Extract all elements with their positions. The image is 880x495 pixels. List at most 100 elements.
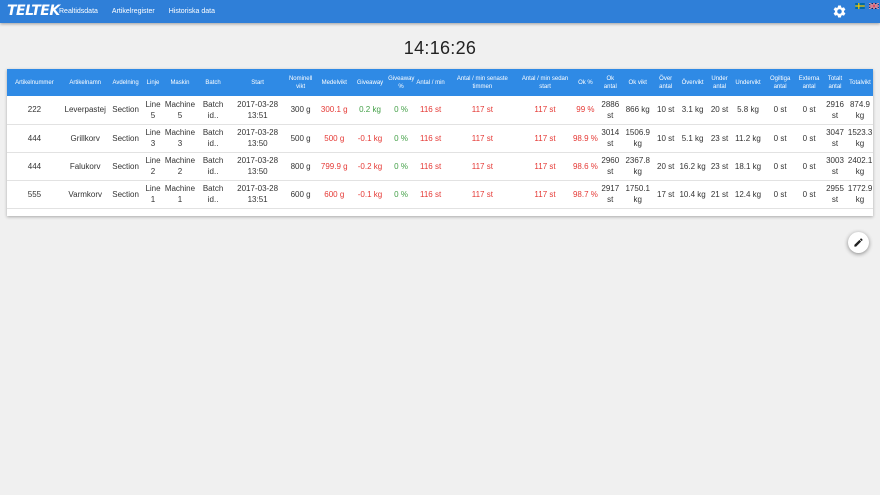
cell-antal-min-start: 117 st: [534, 189, 556, 199]
cell-undervikt: 11.2 kg: [735, 133, 761, 143]
realtime-table: Artikelnummer Artikelnamn Avdelning Linj…: [7, 69, 873, 209]
col-under-antal[interactable]: Under antal: [708, 69, 731, 96]
cell-medelvikt: 799.9 g: [320, 161, 348, 171]
gear-icon[interactable]: [832, 4, 847, 19]
cell-medelvikt: 500 g: [324, 133, 345, 143]
nav-realtidsdata[interactable]: Realtidsdata: [59, 0, 98, 23]
cell-giveaway-pct: 0 %: [394, 105, 408, 115]
col-ok-vikt[interactable]: Ok vikt: [621, 69, 654, 96]
cell-under-antal: 23 st: [710, 133, 729, 143]
cell-totalvikt: 2402.1 kg: [847, 156, 873, 176]
col-undervikt[interactable]: Undervikt: [731, 69, 765, 96]
cell-antal-min-timmen: 117 st: [471, 189, 493, 199]
cell-nominell-vikt: 800 g: [290, 161, 311, 171]
cell-externa: 0 st: [802, 189, 816, 199]
col-totalt-antal[interactable]: Totalt antal: [823, 69, 847, 96]
cell-giveaway: -0.1 kg: [357, 189, 383, 199]
cell-externa: 0 st: [802, 133, 816, 143]
edit-button[interactable]: [848, 232, 869, 253]
cell-artikelnummer: 444: [27, 133, 42, 143]
cell-under-antal: 20 st: [710, 105, 729, 115]
cell-over-antal: 10 st: [657, 105, 675, 115]
col-antal-min[interactable]: Antal / min: [415, 69, 446, 96]
table-row[interactable]: 555 Varmkorv Section Line 1 Machine 1 Ba…: [7, 180, 873, 208]
flag-gb-icon[interactable]: [869, 3, 879, 9]
cell-linje: Line 5: [145, 99, 161, 120]
col-over-antal[interactable]: Över antal: [654, 69, 677, 96]
cell-ok-pct: 98.9 %: [572, 133, 598, 143]
cell-avdelning: Section: [112, 161, 139, 171]
cell-antal-min: 116 st: [419, 105, 442, 115]
col-artikelnummer[interactable]: Artikelnummer: [7, 69, 62, 96]
teltek-logo[interactable]: TELTEK: [7, 3, 60, 20]
cell-giveaway-pct: 0 %: [394, 189, 408, 199]
cell-ok-vikt: 1506.9 kg: [625, 128, 650, 148]
flag-se-icon[interactable]: [855, 3, 865, 9]
col-avdelning[interactable]: Avdelning: [109, 69, 143, 96]
cell-linje: Line 1: [145, 184, 161, 204]
table-row[interactable]: 222 Leverpastej Section Line 5 Machine 5…: [7, 96, 873, 124]
cell-start: 2017-03-28 13:51: [237, 99, 279, 120]
cell-artikelnamn: Falukorv: [69, 161, 101, 171]
cell-artikelnamn: Grillkorv: [70, 133, 100, 143]
cell-giveaway: 0.2 kg: [359, 105, 381, 115]
cell-avdelning: Section: [112, 189, 139, 199]
cell-giveaway: -0.2 kg: [357, 161, 383, 171]
cell-ok-antal: 2960 st: [601, 156, 620, 176]
cell-over-antal: 10 st: [657, 133, 675, 143]
col-batch[interactable]: Batch: [197, 69, 230, 96]
cell-overvikt: 3.1 kg: [681, 105, 704, 115]
cell-batch: Batch id..: [202, 128, 224, 148]
col-ogiltiga-antal[interactable]: Ogiltiga antal: [765, 69, 795, 96]
cell-linje: Line 3: [145, 128, 161, 148]
cell-totalt-antal: 2955 st: [826, 184, 844, 204]
col-overvikt[interactable]: Övervikt: [677, 69, 708, 96]
cell-totalt-antal: 3003 st: [826, 156, 844, 176]
realtime-data-card: Artikelnummer Artikelnamn Avdelning Linj…: [7, 69, 873, 216]
cell-linje: Line 2: [145, 156, 161, 176]
table-row[interactable]: 444 Falukorv Section Line 2 Machine 2 Ba…: [7, 152, 873, 180]
col-externa-antal[interactable]: Externa antal: [795, 69, 823, 96]
nav-historiska-data[interactable]: Historiska data: [169, 0, 215, 23]
cell-batch: Batch id..: [202, 99, 224, 120]
col-giveaway[interactable]: Giveaway: [353, 69, 387, 96]
cell-ogiltiga: 0 st: [773, 189, 787, 199]
cell-batch: Batch id..: [202, 184, 224, 204]
cell-avdelning: Section: [112, 133, 139, 143]
cell-antal-min: 116 st: [419, 189, 442, 199]
table-row[interactable]: 444 Grillkorv Section Line 3 Machine 3 B…: [7, 124, 873, 152]
col-giveaway-pct[interactable]: Giveaway %: [387, 69, 415, 96]
cell-maskin: Machine 2: [164, 156, 196, 176]
col-nominell-vikt[interactable]: Nominell vikt: [286, 69, 316, 96]
cell-ok-vikt: 866 kg: [625, 105, 650, 115]
cell-start: 2017-03-28 13:51: [237, 184, 279, 204]
col-artikelnamn[interactable]: Artikelnamn: [62, 69, 109, 96]
nav-artikelregister[interactable]: Artikelregister: [112, 0, 155, 23]
cell-start: 2017-03-28 13:50: [237, 128, 279, 148]
cell-ok-antal: 2917 st: [601, 184, 620, 204]
cell-undervikt: 18.1 kg: [734, 161, 762, 171]
col-maskin[interactable]: Maskin: [163, 69, 196, 96]
col-linje[interactable]: Linje: [143, 69, 164, 96]
col-antal-min-start[interactable]: Antal / min sedan start: [519, 69, 572, 96]
cell-ogiltiga: 0 st: [773, 133, 787, 143]
cell-antal-min-timmen: 117 st: [471, 161, 493, 171]
cell-nominell-vikt: 300 g: [290, 105, 311, 115]
col-antal-min-timmen[interactable]: Antal / min senaste timmen: [446, 69, 519, 96]
cell-avdelning: Section: [112, 105, 139, 115]
cell-start: 2017-03-28 13:50: [237, 156, 279, 176]
live-clock: 14:16:26: [403, 38, 477, 58]
cell-undervikt: 12.4 kg: [734, 189, 762, 199]
cell-externa: 0 st: [802, 161, 816, 171]
cell-artikelnummer: 555: [27, 189, 42, 199]
cell-artikelnamn: Varmkorv: [68, 189, 103, 199]
cell-externa: 0 st: [802, 105, 816, 115]
cell-ok-antal: 3014 st: [601, 128, 620, 148]
col-start[interactable]: Start: [230, 69, 286, 96]
col-ok-pct[interactable]: Ok %: [571, 69, 599, 96]
col-ok-antal[interactable]: Ok antal: [599, 69, 621, 96]
cell-ok-pct: 99 %: [576, 105, 595, 115]
col-medelvikt[interactable]: Medelvikt: [316, 69, 353, 96]
col-totalvikt[interactable]: Totalvikt: [847, 69, 873, 96]
cell-ok-pct: 98.7 %: [572, 189, 598, 199]
